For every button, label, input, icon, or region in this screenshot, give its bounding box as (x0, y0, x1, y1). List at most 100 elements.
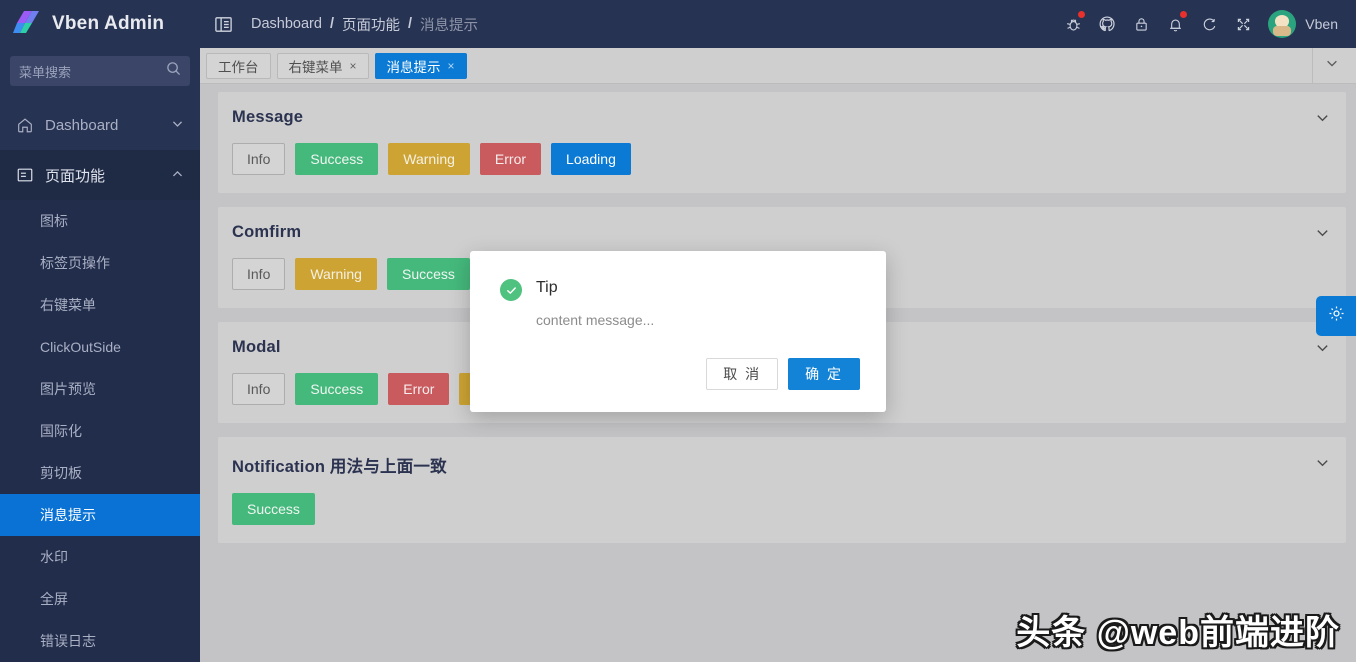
sidebar-subitem-label: 图标 (40, 213, 68, 229)
dialog-title: Tip (536, 279, 558, 296)
close-icon[interactable]: × (448, 59, 455, 73)
sidebar-subitem-label: 右键菜单 (40, 297, 96, 313)
breadcrumb-item-dashboard[interactable]: Dashboard (251, 16, 322, 32)
chevron-down-icon (1325, 56, 1339, 75)
brand-name: Vben Admin (52, 13, 165, 34)
topbar: Dashboard / 页面功能 / 消息提示 Vben (200, 0, 1356, 48)
button-row: Success (232, 493, 1328, 525)
sidebar-submenu: 图标 标签页操作 右键菜单 ClickOutSide 图片预览 国际化 剪切板 … (0, 200, 200, 662)
github-icon[interactable] (1092, 9, 1122, 39)
sidebar-item-watermark[interactable]: 水印 (0, 536, 200, 578)
tab-workbench[interactable]: 工作台 (206, 52, 271, 79)
chevron-down-icon[interactable] (1315, 225, 1330, 245)
refresh-icon[interactable] (1194, 9, 1224, 39)
gear-icon (1327, 304, 1346, 328)
chevron-up-icon (171, 167, 184, 184)
bug-icon[interactable] (1058, 9, 1088, 39)
sidebar-item-error-log[interactable]: 错误日志 (0, 620, 200, 662)
sidebar-subitem-label: 标签页操作 (40, 255, 110, 271)
fullscreen-icon[interactable] (1228, 9, 1258, 39)
message-loading-button[interactable]: Loading (551, 143, 631, 175)
sidebar-item-icons[interactable]: 图标 (0, 200, 200, 242)
sidebar-item-dashboard[interactable]: Dashboard (0, 100, 200, 150)
card-title: Message (232, 108, 304, 126)
modal-error-button[interactable]: Error (388, 373, 450, 405)
notification-badge (1180, 11, 1188, 18)
menu-fold-icon[interactable] (214, 15, 233, 34)
card-message: Message Info Success Warning Error Loadi… (218, 92, 1346, 193)
modal-info-button[interactable]: Info (232, 373, 286, 405)
window-icon (16, 166, 34, 184)
button-row: Info Success Warning Error Loading (232, 143, 1328, 175)
message-warning-button[interactable]: Warning (388, 143, 470, 175)
menu-search: 菜单搜索 (0, 48, 200, 92)
vben-logo-icon (12, 9, 42, 39)
sidebar-subitem-label: 图片预览 (40, 381, 96, 397)
tab-label: 消息提示 (386, 59, 441, 75)
breadcrumb: Dashboard / 页面功能 / 消息提示 (251, 14, 478, 35)
sidebar-menu: Dashboard 页面功能 图标 标签页操作 右键菜单 ClickOutSid… (0, 100, 200, 662)
modal-success-button[interactable]: Success (295, 373, 379, 405)
message-info-button[interactable]: Info (232, 143, 286, 175)
tab-bar: 工作台 右键菜单 × 消息提示 × (200, 47, 1356, 84)
sidebar-item-page-features[interactable]: 页面功能 (0, 150, 200, 200)
search-input[interactable]: 菜单搜索 (10, 56, 190, 86)
sidebar-item-i18n[interactable]: 国际化 (0, 410, 200, 452)
sidebar-item-tab-ops[interactable]: 标签页操作 (0, 242, 200, 284)
user-name: Vben (1305, 16, 1338, 32)
comfirm-success-button[interactable]: Success (386, 258, 470, 290)
notification-success-button[interactable]: Success (232, 493, 315, 525)
sidebar-item-label: 页面功能 (45, 167, 106, 185)
tab-label: 工作台 (218, 59, 259, 75)
card-notification: Notification 用法与上面一致 Success (218, 437, 1346, 543)
tab-message-tips[interactable]: 消息提示 × (374, 52, 467, 79)
sidebar-item-clickoutside[interactable]: ClickOutSide (0, 326, 200, 368)
sidebar-item-fullscreen[interactable]: 全屏 (0, 578, 200, 620)
brand-logo[interactable]: Vben Admin (0, 0, 200, 48)
sidebar-item-clipboard[interactable]: 剪切板 (0, 452, 200, 494)
sidebar-subitem-label: 国际化 (40, 423, 82, 439)
sidebar-item-label: Dashboard (45, 116, 119, 134)
sidebar-subitem-label: 水印 (40, 549, 68, 565)
check-circle-icon (500, 279, 522, 301)
settings-drawer-button[interactable] (1316, 296, 1356, 336)
close-icon[interactable]: × (350, 59, 357, 73)
sidebar: Vben Admin 菜单搜索 Dashboard 页面功能 图标 标签页操作 … (0, 0, 200, 662)
chevron-down-icon[interactable] (1315, 455, 1330, 475)
tab-label: 右键菜单 (288, 59, 343, 75)
lock-icon[interactable] (1126, 9, 1156, 39)
breadcrumb-item-page-features[interactable]: 页面功能 (342, 14, 400, 35)
home-icon (16, 116, 34, 134)
avatar (1268, 10, 1297, 38)
bell-icon[interactable] (1160, 9, 1190, 39)
chevron-down-icon[interactable] (1315, 110, 1330, 130)
sidebar-subitem-label: 错误日志 (40, 633, 96, 649)
chevron-down-icon (171, 117, 184, 134)
sidebar-item-image-preview[interactable]: 图片预览 (0, 368, 200, 410)
tab-context-menu[interactable]: 右键菜单 × (276, 52, 369, 79)
search-icon (166, 61, 181, 81)
search-placeholder: 菜单搜索 (19, 64, 72, 80)
confirm-button[interactable]: 确 定 (788, 358, 860, 390)
message-success-button[interactable]: Success (295, 143, 379, 175)
comfirm-warning-button[interactable]: Warning (295, 258, 377, 290)
sidebar-item-context-menu[interactable]: 右键菜单 (0, 284, 200, 326)
card-title: Comfirm (232, 223, 302, 241)
comfirm-info-button[interactable]: Info (232, 258, 286, 290)
breadcrumb-separator: / (329, 16, 334, 32)
tab-more-button[interactable] (1312, 47, 1350, 84)
breadcrumb-separator: / (407, 16, 412, 32)
chevron-down-icon[interactable] (1315, 340, 1330, 360)
breadcrumb-item-current: 消息提示 (420, 17, 478, 34)
sidebar-subitem-label: ClickOutSide (40, 339, 121, 355)
card-title: Notification 用法与上面一致 (232, 458, 447, 476)
app-root: Vben Admin 菜单搜索 Dashboard 页面功能 图标 标签页操作 … (0, 0, 1356, 662)
topbar-actions: Vben (1058, 9, 1346, 39)
cancel-button[interactable]: 取 消 (706, 358, 779, 390)
user-menu[interactable]: Vben (1262, 10, 1346, 38)
dialog-actions: 取 消 确 定 (706, 358, 860, 390)
sidebar-subitem-label: 剪切板 (40, 465, 82, 481)
sidebar-item-message-tips[interactable]: 消息提示 (0, 494, 200, 536)
notification-badge (1078, 11, 1086, 18)
message-error-button[interactable]: Error (479, 143, 542, 175)
